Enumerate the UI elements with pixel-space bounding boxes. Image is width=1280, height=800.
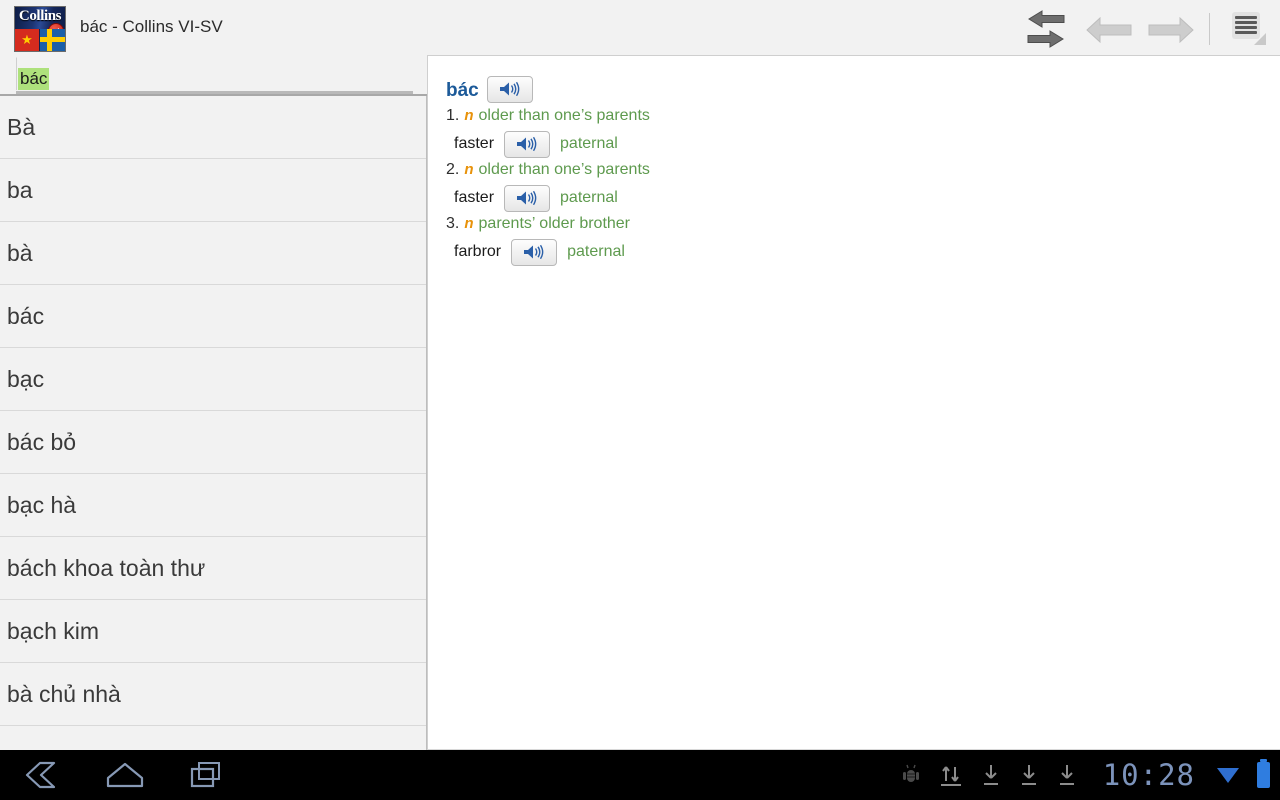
list-item[interactable]: bà chủ nhà	[0, 663, 426, 726]
list-item[interactable]: bác bỏ	[0, 411, 426, 474]
translation-row: farbror paternal	[454, 238, 1270, 266]
sense-number: 3.	[446, 215, 460, 232]
android-navigation-bar: 10:28	[0, 750, 1280, 800]
search-input-frame	[16, 57, 412, 90]
entry-headword: bác	[446, 80, 479, 101]
home-icon	[106, 762, 144, 788]
vietnam-flag-icon: ★	[15, 29, 40, 51]
sense-gloss: older than one’s parents	[478, 107, 650, 124]
logo-flags: ★	[15, 29, 65, 51]
wifi-icon	[1217, 767, 1239, 783]
sense-gloss: older than one’s parents	[478, 161, 650, 178]
nav-home-button[interactable]	[102, 758, 148, 792]
list-item[interactable]: bạc hà	[0, 474, 426, 537]
dictionary-entry: bác 1. n older than one’s parents faster	[446, 74, 1270, 266]
swap-arrows-icon	[1024, 9, 1068, 49]
status-bar: 10:28	[901, 750, 1270, 800]
list-item[interactable]	[0, 726, 426, 750]
translation-tag: paternal	[567, 243, 625, 260]
definition-panel: bác 1. n older than one’s parents faster	[427, 55, 1280, 750]
translation-row: faster paternal	[454, 184, 1270, 212]
speaker-icon[interactable]	[504, 130, 551, 158]
sense-row: 2. n older than one’s parents	[446, 159, 1270, 181]
sweden-flag-icon	[40, 29, 65, 51]
list-item[interactable]: bạc	[0, 348, 426, 411]
page-title: bác - Collins VI-SV	[80, 17, 223, 36]
translation-tag: paternal	[560, 135, 618, 152]
arrow-left-icon	[1086, 16, 1132, 43]
list-item[interactable]: ba	[0, 159, 426, 222]
menu-corner-triangle-icon	[1254, 32, 1266, 45]
android-debug-icon	[901, 763, 921, 787]
sense-row: 3. n parents’ older brother	[446, 213, 1270, 235]
nav-recents-button[interactable]	[184, 758, 230, 792]
speaker-icon[interactable]	[486, 75, 533, 103]
toolbar-divider	[1209, 12, 1210, 45]
battery-icon	[1257, 759, 1270, 788]
speaker-icon[interactable]	[504, 184, 551, 212]
sense-number: 1.	[446, 107, 460, 124]
list-item[interactable]: bách khoa toàn thư	[0, 537, 426, 600]
list-item[interactable]: Bà	[0, 96, 426, 159]
recent-apps-icon	[190, 762, 220, 788]
back-button[interactable]	[1077, 3, 1139, 55]
nav-buttons	[0, 758, 230, 792]
chevron-back-icon	[25, 761, 56, 789]
collins-app-logo: Collins ★	[14, 6, 66, 52]
status-clock: 10:28	[1102, 758, 1195, 792]
menu-button[interactable]	[1218, 3, 1280, 55]
download-icon	[981, 762, 1001, 788]
search-input[interactable]: bác	[18, 68, 50, 90]
nav-back-button[interactable]	[20, 758, 66, 792]
usb-transfer-icon	[939, 762, 963, 788]
search-bar	[0, 57, 427, 95]
title-bar: Collins ★ bác - Collins VI-SV	[0, 0, 1280, 57]
speaker-icon[interactable]	[511, 238, 558, 266]
arrow-right-icon	[1148, 16, 1194, 43]
list-item[interactable]: bạch kim	[0, 600, 426, 663]
hamburger-menu-icon	[1232, 11, 1266, 46]
swap-languages-button[interactable]	[1015, 3, 1077, 55]
list-item[interactable]: bà	[0, 222, 426, 285]
word-list[interactable]: Bà ba bà bác bạc bác bỏ bạc hà bách khoa…	[0, 96, 427, 750]
sense-gloss: parents’ older brother	[478, 215, 631, 232]
forward-button[interactable]	[1139, 3, 1201, 55]
download-icon	[1019, 762, 1039, 788]
toolbar	[1015, 0, 1280, 57]
part-of-speech: n	[464, 161, 474, 178]
sense-row: 1. n older than one’s parents	[446, 105, 1270, 127]
translation-tag: paternal	[560, 189, 618, 206]
entry-headword-row: bác	[446, 74, 1270, 104]
sense-number: 2.	[446, 161, 460, 178]
translation-text: farbror	[454, 243, 502, 260]
list-item[interactable]: bác	[0, 285, 426, 348]
app-window: Collins ★ bác - Collins VI-SV bác Bà ba …	[0, 0, 1280, 800]
translation-row: faster paternal	[454, 130, 1270, 158]
part-of-speech: n	[464, 107, 474, 124]
part-of-speech: n	[464, 215, 474, 232]
translation-text: faster	[454, 135, 495, 152]
download-icon	[1057, 762, 1077, 788]
translation-text: faster	[454, 189, 495, 206]
